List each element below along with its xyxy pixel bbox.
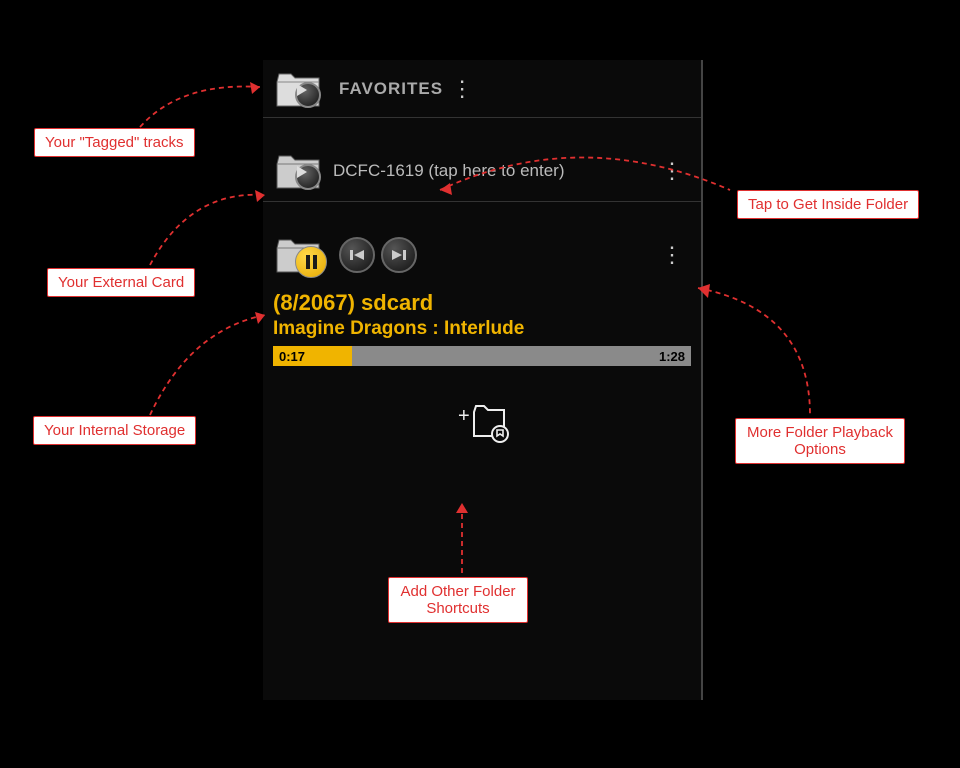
favorites-menu-icon[interactable]: ⋮ xyxy=(443,72,481,106)
play-icon xyxy=(295,164,321,190)
callout-internal-storage: Your Internal Storage xyxy=(33,416,196,445)
track-title: Imagine Dragons : Interlude xyxy=(273,318,691,340)
callout-add-shortcuts: Add Other Folder Shortcuts xyxy=(388,577,528,623)
folder-row[interactable]: DCFC-1619 (tap here to enter) ⋮ xyxy=(263,140,701,202)
progress-bar[interactable]: 0:17 1:28 xyxy=(273,346,691,366)
favorites-folder-icon xyxy=(273,68,323,110)
pause-icon[interactable] xyxy=(295,246,327,278)
favorites-label: FAVORITES xyxy=(339,79,443,99)
player-menu-icon[interactable]: ⋮ xyxy=(653,238,691,272)
folder-menu-icon[interactable]: ⋮ xyxy=(653,154,691,188)
elapsed-time: 0:17 xyxy=(273,349,305,364)
player-row: ⋮ xyxy=(263,224,701,286)
next-button[interactable] xyxy=(381,237,417,273)
duration-time: 1:28 xyxy=(659,349,685,364)
callout-playback-options: More Folder Playback Options xyxy=(735,418,905,464)
track-counter: (8/2067) sdcard xyxy=(273,290,691,316)
player-info: (8/2067) sdcard Imagine Dragons : Interl… xyxy=(263,286,701,340)
previous-button[interactable] xyxy=(339,237,375,273)
add-folder-shortcut-button[interactable]: + xyxy=(452,396,512,446)
folder-label: DCFC-1619 (tap here to enter) xyxy=(333,161,653,181)
callout-external-card: Your External Card xyxy=(47,268,195,297)
favorites-row[interactable]: FAVORITES ⋮ xyxy=(263,60,701,118)
play-icon xyxy=(295,82,321,108)
callout-tagged-tracks: Your "Tagged" tracks xyxy=(34,128,195,157)
svg-text:+: + xyxy=(458,405,470,427)
callout-tap-inside: Tap to Get Inside Folder xyxy=(737,190,919,219)
folder-icon xyxy=(273,150,323,192)
now-playing-folder-icon xyxy=(273,234,323,276)
